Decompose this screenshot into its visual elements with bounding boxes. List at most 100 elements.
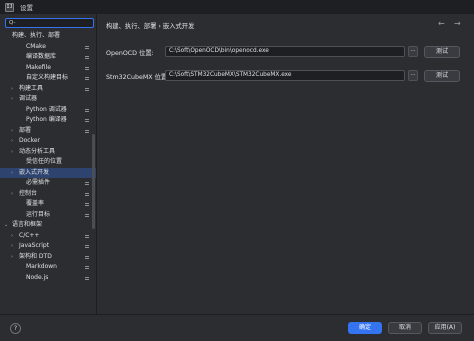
project-scope-icon <box>85 108 89 112</box>
stm32cubemx-test-button[interactable]: 测试 <box>424 70 460 82</box>
sidebar-item-label: 动态分析工具 <box>19 147 56 155</box>
sidebar-item-label: 必需插件 <box>26 179 51 186</box>
project-scope-icon <box>85 266 89 269</box>
openocd-browse-button[interactable]: ... <box>408 46 418 57</box>
project-scope-icon <box>85 213 89 217</box>
stm32cubemx-location-label: Stm32CubeMX 位置: <box>106 74 170 81</box>
sidebar-item[interactable]: › C/C++ <box>0 231 96 242</box>
sidebar-item[interactable]: 构建、执行、部署 <box>0 31 96 42</box>
chevron-right-icon[interactable]: › <box>11 252 13 263</box>
sidebar-item[interactable]: › 部署 <box>0 126 96 137</box>
chevron-right-icon[interactable]: › <box>11 168 13 179</box>
chevron-right-icon[interactable]: › <box>11 241 13 252</box>
project-scope-icon <box>85 182 89 185</box>
sidebar-scrollbar[interactable] <box>92 134 95 229</box>
sidebar-item[interactable]: 覆盖率 <box>0 199 96 210</box>
sidebar-item[interactable]: Node.js <box>0 273 96 284</box>
project-scope-icon <box>85 119 89 122</box>
openocd-location-label: OpenOCD 位置: <box>106 50 154 57</box>
sidebar-item-label: Python 调试器 <box>26 105 67 113</box>
project-scope-icon <box>85 45 89 49</box>
sidebar-item[interactable]: Makefile <box>0 63 96 74</box>
sidebar-item[interactable]: › 嵌入式开发 <box>0 167 96 179</box>
sidebar-item-label: 运行目标 <box>26 210 51 218</box>
settings-panel: 构建、执行、部署 › 嵌入式开发 ← → OpenOCD 位置: C:\Soft… <box>98 14 474 314</box>
sidebar-item-label: Python 编译器 <box>26 116 67 123</box>
chevron-down-icon[interactable]: ⌄ <box>4 220 8 231</box>
sidebar-item[interactable]: Markdown <box>0 262 96 273</box>
sidebar-item-label: JavaScript <box>19 242 50 249</box>
sidebar-item[interactable]: › 架构和 DTD <box>0 252 96 263</box>
project-scope-icon <box>85 77 89 80</box>
cancel-button[interactable]: 取消 <box>388 322 422 334</box>
sidebar-item-label: 控制台 <box>19 189 38 197</box>
sidebar-item[interactable]: 编译数据库 <box>0 52 96 63</box>
sidebar-item[interactable]: Python 调试器 <box>0 105 96 116</box>
sidebar-item-label: Docker <box>19 137 41 144</box>
project-scope-icon <box>85 87 89 91</box>
sidebar-item-label: Makefile <box>26 63 51 71</box>
chevron-right-icon[interactable]: › <box>11 94 13 105</box>
sidebar-item-label: 受信任的位置 <box>26 158 63 165</box>
chevron-right-icon[interactable]: › <box>11 147 13 158</box>
window-title: 设置 <box>20 4 33 12</box>
sidebar-item-label: 构建工具 <box>19 84 44 92</box>
project-scope-icon <box>85 66 89 70</box>
project-scope-icon <box>85 276 89 280</box>
sidebar-item[interactable]: › 构建工具 <box>0 84 96 95</box>
project-scope-icon <box>85 234 89 238</box>
project-scope-icon <box>85 203 89 206</box>
app-logo-icon: IJ <box>5 2 14 12</box>
sidebar-item[interactable]: 运行目标 <box>0 210 96 221</box>
sidebar-item-label: CMake <box>26 42 46 50</box>
sidebar-item-label: 语言和框架 <box>12 221 43 228</box>
sidebar-item-label: 调试器 <box>19 95 38 102</box>
sidebar-item[interactable]: Python 编译器 <box>0 115 96 126</box>
sidebar-item-label: 部署 <box>19 126 32 134</box>
sidebar-item[interactable]: › 调试器 <box>0 94 96 105</box>
sidebar-item[interactable]: 自定义构建目标 <box>0 73 96 84</box>
sidebar-item-label: Markdown <box>26 263 57 270</box>
chevron-right-icon[interactable]: › <box>11 126 13 137</box>
sidebar-item-label: 构建、执行、部署 <box>12 32 61 39</box>
dialog-footer: ? 确定 取消 应用(A) <box>0 314 474 341</box>
sidebar-item-label: C/C++ <box>19 231 40 239</box>
title-bar: IJ 设置 <box>0 0 474 14</box>
openocd-path-field[interactable]: C:\Soft\OpenOCD\bin\openocd.exe <box>165 46 405 57</box>
chevron-right-icon[interactable]: › <box>11 189 13 200</box>
sidebar-item[interactable]: CMake <box>0 42 96 53</box>
chevron-right-icon[interactable]: › <box>11 231 13 242</box>
back-arrow-icon[interactable]: ← <box>438 19 445 28</box>
project-scope-icon <box>85 192 89 196</box>
project-scope-icon <box>85 245 89 248</box>
ok-button[interactable]: 确定 <box>348 322 382 334</box>
stm32cubemx-path-field[interactable]: C:\Soft\STM32CubeMX\STM32CubeMX.exe <box>165 70 405 81</box>
chevron-right-icon[interactable]: › <box>11 84 13 95</box>
project-scope-icon <box>85 129 89 133</box>
sidebar-item[interactable]: 受信任的位置 <box>0 157 96 168</box>
project-scope-icon <box>85 56 89 59</box>
sidebar-item[interactable]: › 控制台 <box>0 189 96 200</box>
sidebar-item-label: 自定义构建目标 <box>26 74 69 81</box>
settings-sidebar: Q- 构建、执行、部署 CMake 编译数据库 Makefile 自定义构建目标 › 构建工… <box>0 14 97 341</box>
sidebar-item[interactable]: 必需插件 <box>0 178 96 189</box>
settings-tree: 构建、执行、部署 CMake 编译数据库 Makefile 自定义构建目标 › 构建工具 › 调… <box>0 31 96 284</box>
apply-button[interactable]: 应用(A) <box>428 322 462 334</box>
stm32cubemx-browse-button[interactable]: ... <box>408 70 418 81</box>
sidebar-item[interactable]: ⌄ 语言和框架 <box>0 220 96 231</box>
help-icon[interactable]: ? <box>10 323 21 334</box>
sidebar-item[interactable]: › Docker <box>0 136 96 147</box>
openocd-test-button[interactable]: 测试 <box>424 46 460 58</box>
sidebar-item-label: 架构和 DTD <box>19 252 52 260</box>
sidebar-item-label: Node.js <box>26 273 49 281</box>
sidebar-item-label: 嵌入式开发 <box>19 168 50 176</box>
sidebar-item[interactable]: › JavaScript <box>0 241 96 252</box>
sidebar-item-label: 覆盖率 <box>26 200 45 207</box>
project-scope-icon <box>85 255 89 259</box>
breadcrumb: 构建、执行、部署 › 嵌入式开发 <box>106 23 195 30</box>
forward-arrow-icon[interactable]: → <box>454 19 461 28</box>
sidebar-item-label: 编译数据库 <box>26 53 57 60</box>
chevron-right-icon[interactable]: › <box>11 136 13 147</box>
search-input[interactable]: Q- <box>5 18 94 28</box>
sidebar-item[interactable]: › 动态分析工具 <box>0 147 96 158</box>
